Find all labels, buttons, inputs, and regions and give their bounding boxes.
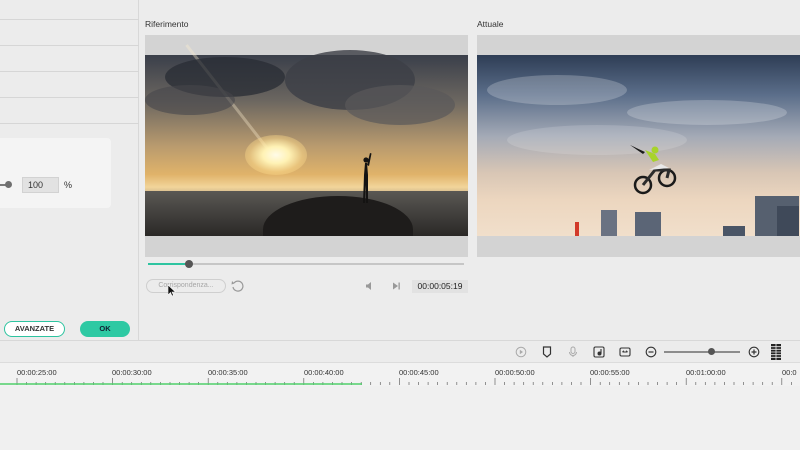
ruler-label: 00:00:55:00 <box>590 368 630 377</box>
zoom-in-icon[interactable] <box>748 346 760 358</box>
marker-icon[interactable] <box>541 346 553 358</box>
ruler-label: 00:00:30:00 <box>112 368 152 377</box>
reference-scrubber[interactable] <box>148 260 464 268</box>
audio-mixer-icon[interactable] <box>593 346 605 358</box>
reference-scrubber-fill <box>148 263 190 265</box>
grid-icon[interactable] <box>771 344 781 360</box>
ruler-label: 00:00:50:00 <box>495 368 535 377</box>
zoom-out-icon[interactable] <box>645 346 657 358</box>
ruler-label: 00:01:00:00 <box>686 368 726 377</box>
ok-button[interactable]: OK <box>80 321 130 337</box>
zoom-slider[interactable] <box>664 348 740 355</box>
microphone-icon[interactable] <box>567 346 579 358</box>
mouse-cursor-icon <box>168 285 176 296</box>
settings-panel: 100 % AVANZATE OK <box>0 0 139 340</box>
intensity-slider-handle[interactable] <box>5 181 12 188</box>
intensity-value-field[interactable]: 100 <box>22 177 59 193</box>
settings-row[interactable] <box>0 20 139 46</box>
volume-icon[interactable] <box>365 281 375 291</box>
current-title: Attuale <box>477 19 504 29</box>
settings-row[interactable] <box>0 46 139 72</box>
timeline-track-area[interactable] <box>0 386 800 450</box>
split-icon[interactable] <box>619 346 631 358</box>
intensity-card <box>0 138 111 208</box>
settings-row[interactable] <box>0 0 139 20</box>
current-preview <box>477 35 800 257</box>
reference-scrubber-handle[interactable] <box>185 260 194 268</box>
ruler-label: 00:00:35:00 <box>208 368 248 377</box>
current-image <box>477 55 800 236</box>
ruler-label: 00:00:25:00 <box>17 368 57 377</box>
ruler-label: 00:00:45:00 <box>399 368 439 377</box>
advanced-button[interactable]: AVANZATE <box>4 321 65 337</box>
settings-row[interactable] <box>0 72 139 98</box>
timeline-ruler[interactable]: 00:00:25:00 00:00:30:00 00:00:35:00 00:0… <box>0 362 800 386</box>
reset-icon[interactable] <box>230 279 244 293</box>
render-preview-icon[interactable] <box>515 346 527 358</box>
step-forward-icon[interactable] <box>391 281 401 291</box>
match-button[interactable]: Corrispondenza... <box>146 279 226 293</box>
reference-timecode: 00:00:05:19 <box>412 280 468 293</box>
reference-image <box>145 44 468 236</box>
zoom-slider-handle[interactable] <box>708 348 716 355</box>
percent-unit-label: % <box>64 180 73 190</box>
reference-preview <box>145 35 468 257</box>
timeline-toolbar <box>0 340 800 362</box>
ruler-label: 00:00:40:00 <box>304 368 344 377</box>
reference-title: Riferimento <box>145 19 189 29</box>
settings-row[interactable] <box>0 98 139 124</box>
ruler-label: 00:0 <box>782 368 797 377</box>
